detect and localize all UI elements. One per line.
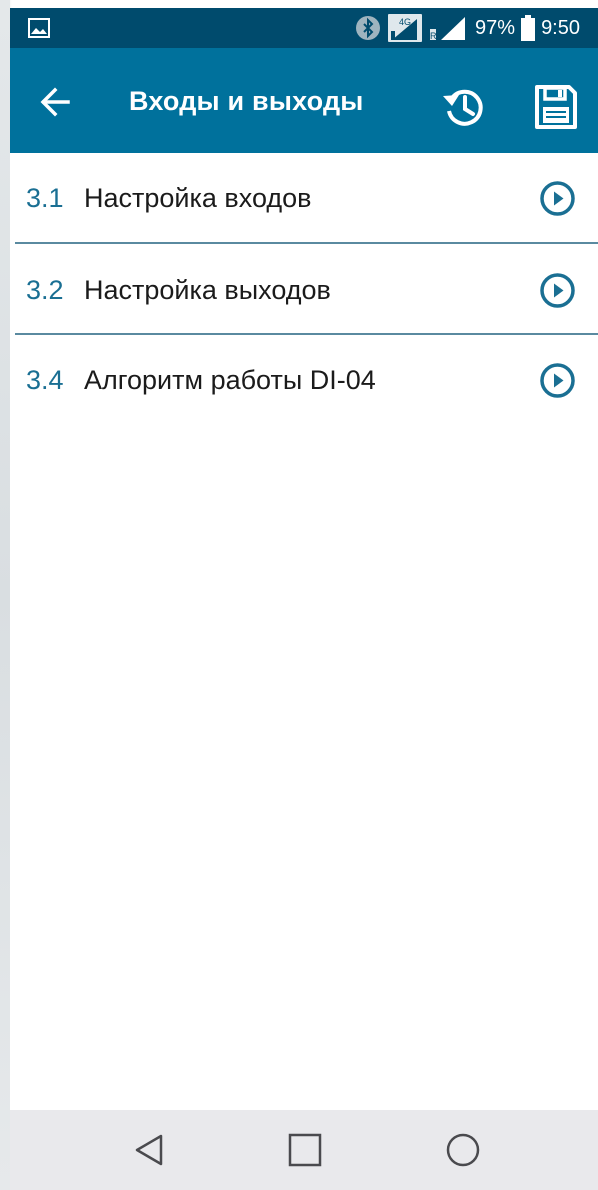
recents-square-icon[interactable] (287, 1132, 323, 1168)
back-triangle-icon[interactable] (132, 1132, 168, 1168)
play-circle-icon[interactable] (539, 272, 576, 309)
list-item[interactable]: 3.2 Настройка выходов (10, 245, 598, 333)
item-label: Настройка входов (84, 183, 312, 213)
status-indicators: 4G R 97% 9:50 (355, 8, 580, 48)
item-number: 3.1 (26, 183, 64, 213)
play-circle-icon[interactable] (539, 180, 576, 217)
system-nav-bar (10, 1110, 598, 1190)
divider (15, 242, 598, 244)
play-circle-icon[interactable] (539, 362, 576, 399)
item-label: Алгоритм работы DI-04 (84, 365, 376, 395)
item-number: 3.4 (26, 365, 64, 395)
back-arrow-icon[interactable] (36, 82, 76, 122)
battery-icon (521, 15, 536, 41)
item-label: Настройка выходов (84, 275, 331, 305)
page-title: Входы и выходы (129, 86, 364, 116)
bluetooth-icon (356, 16, 381, 40)
signal-icon: R (430, 17, 466, 41)
network-4g-icon: 4G (388, 14, 423, 42)
list-item[interactable]: 3.4 Алгоритм работы DI-04 (10, 335, 598, 423)
gallery-icon (28, 18, 50, 38)
svg-text:4G: 4G (399, 17, 411, 27)
app-toolbar: Входы и выходы (10, 48, 598, 153)
menu-list: 3.1 Настройка входов 3.2 Настройка выход… (10, 153, 598, 1110)
home-circle-icon[interactable] (445, 1132, 481, 1168)
status-time: 9:50 (541, 16, 580, 39)
left-edge-strip (0, 0, 10, 1190)
list-item[interactable]: 3.1 Настройка входов (10, 153, 598, 241)
history-icon[interactable] (440, 84, 486, 130)
svg-text:R: R (430, 31, 437, 41)
item-number: 3.2 (26, 275, 64, 305)
battery-percent: 97% (475, 16, 516, 39)
status-bar: 4G R 97% 9:50 (10, 8, 598, 48)
save-icon[interactable] (534, 84, 578, 130)
